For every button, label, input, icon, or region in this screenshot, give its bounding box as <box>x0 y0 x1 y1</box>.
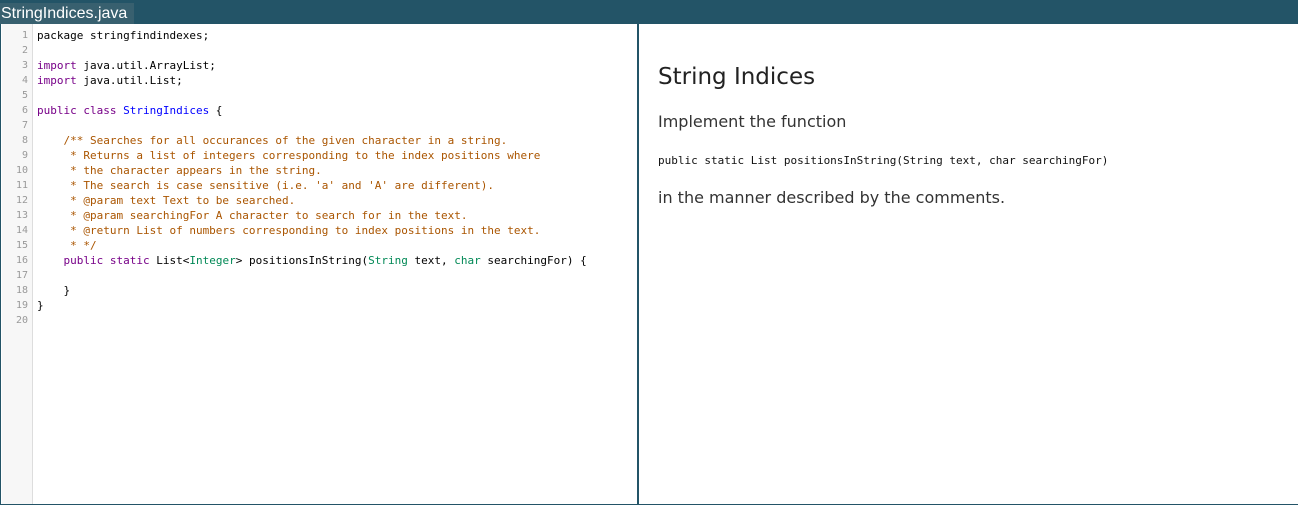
code-token-plain: text, <box>407 254 455 267</box>
instructions-intro: Implement the function <box>658 112 847 131</box>
line-number: 3 <box>21 60 28 71</box>
code-text: * @param text Text to be searched. <box>37 193 295 208</box>
code-line[interactable]: 1 package stringfindindexes; <box>22 28 637 43</box>
code-line[interactable]: 8 /** Searches for all occurances of the… <box>22 133 637 148</box>
code-line[interactable]: 19} <box>16 298 637 313</box>
instructions-panel: String Indices Implement the function pu… <box>639 24 1298 505</box>
line-number: 16 <box>15 255 28 266</box>
line-number: 12 <box>15 195 28 206</box>
code-token-plain: package stringfindindexes; <box>37 29 210 42</box>
code-token-type: String <box>368 254 408 267</box>
code-token-plain: { <box>209 104 223 117</box>
code-line[interactable]: 10 * the character appears in the string… <box>16 163 637 178</box>
code-text: * the character appears in the string. <box>37 163 322 178</box>
code-token-plain: > positionsInString( <box>235 254 369 267</box>
line-number: 17 <box>15 270 28 281</box>
code-text: /** Searches for all occurances of the g… <box>37 133 507 148</box>
code-line[interactable]: 7 <box>22 118 637 133</box>
code-token-keyword: import <box>37 74 77 87</box>
code-line[interactable]: 9 * Returns a list of integers correspon… <box>22 148 637 163</box>
code-text: package stringfindindexes; <box>37 28 209 43</box>
code-token-comment: * @return List of numbers corresponding … <box>37 224 541 237</box>
code-text: * @return List of numbers corresponding … <box>37 223 540 238</box>
function-signature: public static List positionsInString(Str… <box>658 154 1109 167</box>
instructions-title: String Indices <box>658 64 816 90</box>
editor-tab-bar: StringIndices.java <box>0 0 1298 24</box>
code-line[interactable]: 4 import java.util.List; <box>22 73 637 88</box>
code-area[interactable]: 1 package stringfindindexes; 2 3 import java… <box>16 24 637 504</box>
code-token-def: StringIndices <box>123 104 210 117</box>
code-text: import java.util.ArrayList; <box>37 58 216 73</box>
line-number: 11 <box>15 180 28 191</box>
line-number: 2 <box>21 45 28 56</box>
line-number: 13 <box>15 210 28 221</box>
code-text: public static List<Integer> positionsInS… <box>37 253 587 268</box>
line-number: 18 <box>15 285 28 296</box>
line-number: 8 <box>21 135 28 146</box>
code-line[interactable]: 18 } <box>16 283 637 298</box>
code-token-plain: java.util.ArrayList; <box>76 59 216 72</box>
code-line[interactable]: 15 * */ <box>16 238 637 253</box>
code-text: } <box>37 283 70 298</box>
code-token-comment: * Returns a list of integers correspondi… <box>37 149 541 162</box>
line-number: 4 <box>21 75 28 86</box>
code-token-type: char <box>454 254 481 267</box>
instructions-outro: in the manner described by the comments. <box>658 188 1006 207</box>
code-line[interactable]: 6 public class StringIndices { <box>22 103 637 118</box>
line-number: 15 <box>15 240 28 251</box>
code-text: } <box>37 298 44 313</box>
code-text: * @param searchingFor A character to sea… <box>37 208 467 223</box>
line-number: 5 <box>21 90 28 101</box>
code-line[interactable]: 11 * The search is case sensitive (i.e. … <box>16 178 637 193</box>
code-line[interactable]: 14 * @return List of numbers correspondi… <box>16 223 637 238</box>
code-line[interactable]: 12 * @param text Text to be searched. <box>16 193 637 208</box>
line-number: 20 <box>15 315 28 326</box>
code-line[interactable]: 17 <box>16 268 637 283</box>
line-number: 14 <box>15 225 28 236</box>
code-token-plain: } <box>37 284 71 297</box>
code-line[interactable]: 20 <box>16 313 637 328</box>
code-token-keyword: public class <box>37 104 124 117</box>
code-token-comment: * @param text Text to be searched. <box>37 194 296 207</box>
code-line[interactable]: 16 public static List<Integer> positions… <box>16 253 637 268</box>
code-editor[interactable]: 1 package stringfindindexes; 2 3 import java… <box>0 24 638 505</box>
code-token-plain: java.util.List; <box>76 74 183 87</box>
code-token-comment: * The search is case sensitive (i.e. 'a'… <box>37 179 494 192</box>
code-text: * The search is case sensitive (i.e. 'a'… <box>37 178 494 193</box>
code-token-plain: searchingFor) { <box>480 254 587 267</box>
code-line[interactable]: 5 <box>22 88 637 103</box>
code-token-comment: * */ <box>37 239 97 252</box>
code-line[interactable]: 2 <box>22 43 637 58</box>
code-token-keyword: import <box>37 59 77 72</box>
code-token-comment: /** Searches for all occurances of the g… <box>37 134 508 147</box>
code-token-keyword: public static <box>37 254 157 267</box>
code-text: import java.util.List; <box>37 73 183 88</box>
code-line[interactable]: 13 * @param searchingFor A character to … <box>16 208 637 223</box>
line-number: 6 <box>21 105 28 116</box>
code-text: * Returns a list of integers correspondi… <box>37 148 540 163</box>
code-text: * */ <box>37 238 97 253</box>
code-token-comment: * @param searchingFor A character to sea… <box>37 209 468 222</box>
file-tab[interactable]: StringIndices.java <box>0 3 135 24</box>
code-token-plain: List< <box>156 254 190 267</box>
line-number: 9 <box>21 150 28 161</box>
line-number: 10 <box>15 165 28 176</box>
line-number: 19 <box>15 300 28 311</box>
code-token-plain: } <box>37 299 44 312</box>
code-line[interactable]: 3 import java.util.ArrayList; <box>22 58 637 73</box>
code-token-comment: * the character appears in the string. <box>37 164 322 177</box>
code-text: public class StringIndices { <box>37 103 222 118</box>
line-number: 7 <box>21 120 28 131</box>
line-number: 1 <box>21 30 28 41</box>
code-token-type: Integer <box>189 254 236 267</box>
